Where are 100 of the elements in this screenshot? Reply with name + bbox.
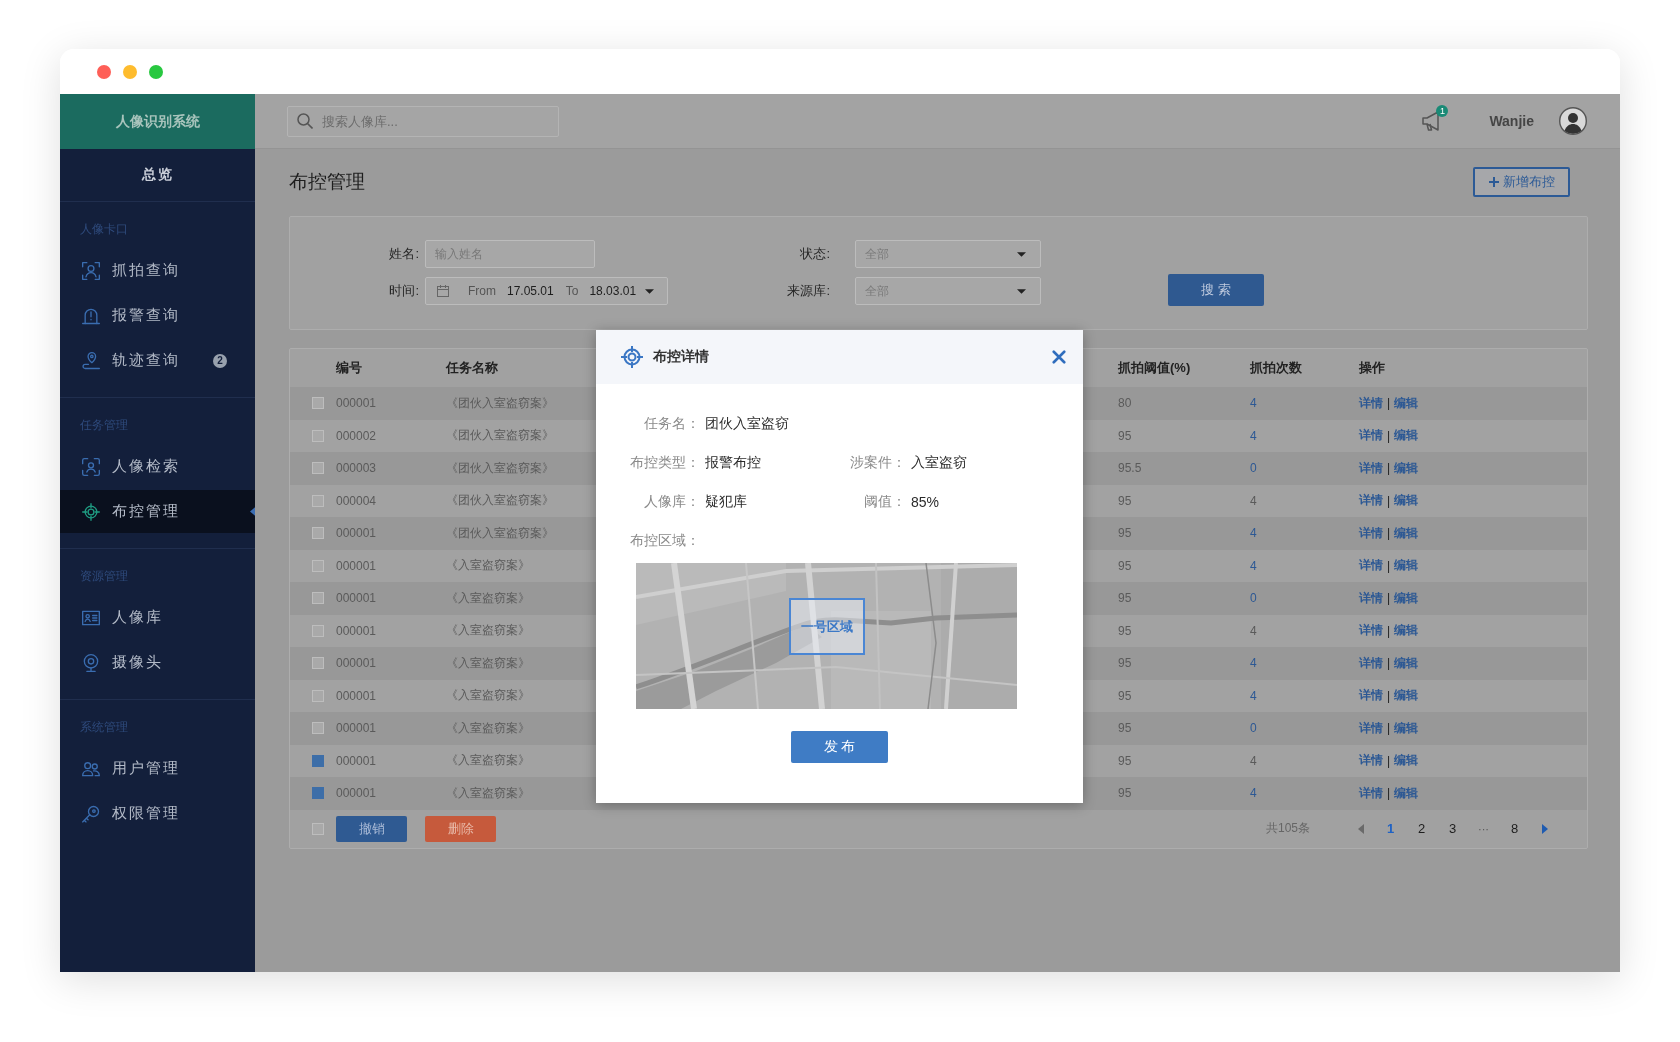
page-button[interactable]: 8 bbox=[1499, 816, 1530, 841]
select-all-checkbox[interactable] bbox=[312, 822, 324, 835]
page-button[interactable]: 1 bbox=[1375, 816, 1406, 841]
detail-link[interactable]: 详情 bbox=[1359, 492, 1383, 510]
sidebar-item[interactable]: 用户管理 bbox=[60, 746, 255, 791]
row-checkbox[interactable] bbox=[312, 689, 324, 702]
threshold-value: 95 bbox=[1118, 428, 1132, 443]
edit-link[interactable]: 编辑 bbox=[1394, 427, 1419, 445]
edit-link[interactable]: 编辑 bbox=[1394, 654, 1419, 672]
capture-count: 4 bbox=[1250, 623, 1257, 638]
detail-link[interactable]: 详情 bbox=[1359, 557, 1383, 575]
row-checkbox[interactable] bbox=[312, 494, 324, 507]
edit-link[interactable]: 编辑 bbox=[1394, 394, 1419, 412]
detail-link[interactable]: 详情 bbox=[1359, 394, 1383, 412]
caret-left-icon bbox=[1357, 823, 1364, 834]
detail-link[interactable]: 详情 bbox=[1359, 719, 1383, 737]
map-region[interactable]: 一号区域 bbox=[789, 598, 865, 655]
detail-link[interactable]: 详情 bbox=[1359, 589, 1383, 607]
field-label: 时间: bbox=[389, 282, 419, 300]
capture-count[interactable]: 4 bbox=[1250, 428, 1257, 443]
edit-link[interactable]: 编辑 bbox=[1394, 719, 1419, 737]
detail-link[interactable]: 详情 bbox=[1359, 524, 1383, 542]
row-checkbox[interactable] bbox=[312, 397, 324, 410]
column-header: 抓拍次数 bbox=[1250, 359, 1302, 377]
detail-label: 阈值： bbox=[864, 493, 906, 511]
edit-link[interactable]: 编辑 bbox=[1394, 459, 1419, 477]
date-value: 18.03.01 bbox=[589, 284, 637, 298]
add-button[interactable]: 新增布控 bbox=[1473, 167, 1570, 197]
page-button[interactable]: 3 bbox=[1437, 816, 1468, 841]
close-button[interactable] bbox=[1052, 350, 1066, 364]
row-checkbox[interactable] bbox=[312, 657, 324, 670]
row-checkbox[interactable] bbox=[312, 527, 324, 540]
detail-link[interactable]: 详情 bbox=[1359, 752, 1383, 770]
row-checkbox[interactable] bbox=[312, 624, 324, 637]
threshold-value: 95 bbox=[1118, 591, 1132, 606]
row-checkbox[interactable] bbox=[312, 722, 324, 735]
sidebar-item[interactable]: 人像库 bbox=[60, 595, 255, 640]
window-close-button[interactable] bbox=[97, 64, 111, 79]
capture-count[interactable]: 0 bbox=[1250, 721, 1257, 736]
capture-count[interactable]: 4 bbox=[1250, 688, 1257, 703]
row-checkbox[interactable] bbox=[312, 787, 324, 800]
detail-link[interactable]: 详情 bbox=[1359, 427, 1383, 445]
detail-link[interactable]: 详情 bbox=[1359, 784, 1383, 802]
edit-link[interactable]: 编辑 bbox=[1394, 752, 1419, 770]
capture-count[interactable]: 4 bbox=[1250, 656, 1257, 671]
megaphone-icon[interactable] bbox=[1422, 111, 1441, 131]
sidebar-item[interactable]: 摄像头 bbox=[60, 640, 255, 685]
capture-count[interactable]: 4 bbox=[1250, 558, 1257, 573]
row-checkbox[interactable] bbox=[312, 559, 324, 572]
calendar-icon bbox=[437, 285, 449, 297]
threshold-value: 95 bbox=[1118, 493, 1132, 508]
window-minimize-button[interactable] bbox=[123, 64, 137, 79]
page-button[interactable]: 2 bbox=[1406, 816, 1437, 841]
sidebar-item[interactable]: 轨迹查询 2 bbox=[60, 338, 255, 383]
action-separator: | bbox=[1387, 753, 1391, 768]
window-maximize-button[interactable] bbox=[149, 64, 163, 79]
threshold-value: 95 bbox=[1118, 753, 1132, 768]
capture-count[interactable]: 0 bbox=[1250, 461, 1257, 476]
row-checkbox[interactable] bbox=[312, 462, 324, 475]
crosshair-icon bbox=[621, 346, 643, 368]
edit-link[interactable]: 编辑 bbox=[1394, 622, 1419, 640]
detail-link[interactable]: 详情 bbox=[1359, 459, 1383, 477]
edit-link[interactable]: 编辑 bbox=[1394, 557, 1419, 575]
user-name[interactable]: Wanjie bbox=[1489, 113, 1534, 129]
edit-link[interactable]: 编辑 bbox=[1394, 784, 1419, 802]
capture-count[interactable]: 0 bbox=[1250, 591, 1257, 606]
cancel-button[interactable]: 撤销 bbox=[336, 815, 407, 842]
edit-link[interactable]: 编辑 bbox=[1394, 524, 1419, 542]
task-id: 000001 bbox=[336, 688, 377, 703]
task-id: 000004 bbox=[336, 493, 377, 508]
sidebar-item[interactable]: 布控管理 bbox=[60, 490, 255, 533]
date-range-field[interactable]: From 17.05.01 To 18.03.01 bbox=[425, 277, 668, 305]
avatar-icon[interactable] bbox=[1559, 107, 1587, 135]
row-checkbox[interactable] bbox=[312, 592, 324, 605]
field-label: 姓名: bbox=[389, 245, 419, 263]
edit-link[interactable]: 编辑 bbox=[1394, 687, 1419, 705]
plus-icon bbox=[1488, 177, 1499, 187]
detail-link[interactable]: 详情 bbox=[1359, 654, 1383, 672]
sidebar-item[interactable]: 权限管理 bbox=[60, 791, 255, 836]
overview-link[interactable]: 总览 bbox=[141, 166, 174, 184]
edit-link[interactable]: 编辑 bbox=[1394, 589, 1419, 607]
field-label: 来源库: bbox=[787, 282, 830, 300]
delete-button[interactable]: 删除 bbox=[425, 815, 496, 842]
edit-link[interactable]: 编辑 bbox=[1394, 492, 1419, 510]
publish-button[interactable]: 发 布 bbox=[791, 731, 888, 763]
capture-count[interactable]: 4 bbox=[1250, 786, 1257, 801]
sidebar-item[interactable]: 人像检索 bbox=[60, 444, 255, 489]
capture-count[interactable]: 4 bbox=[1250, 396, 1257, 411]
row-checkbox[interactable] bbox=[312, 429, 324, 442]
sidebar-item[interactable]: 抓拍查询 bbox=[60, 248, 255, 293]
search-button[interactable]: 搜 索 bbox=[1168, 274, 1264, 306]
sidebar-item[interactable]: 报警查询 bbox=[60, 293, 255, 338]
column-header: 编号 bbox=[336, 359, 362, 377]
detail-link[interactable]: 详情 bbox=[1359, 687, 1383, 705]
detail-link[interactable]: 详情 bbox=[1359, 622, 1383, 640]
threshold-value: 95 bbox=[1118, 721, 1132, 736]
detail-label: 任务名： bbox=[644, 415, 700, 433]
row-checkbox[interactable] bbox=[312, 754, 324, 767]
location-pin-icon bbox=[81, 350, 101, 371]
capture-count[interactable]: 4 bbox=[1250, 526, 1257, 541]
